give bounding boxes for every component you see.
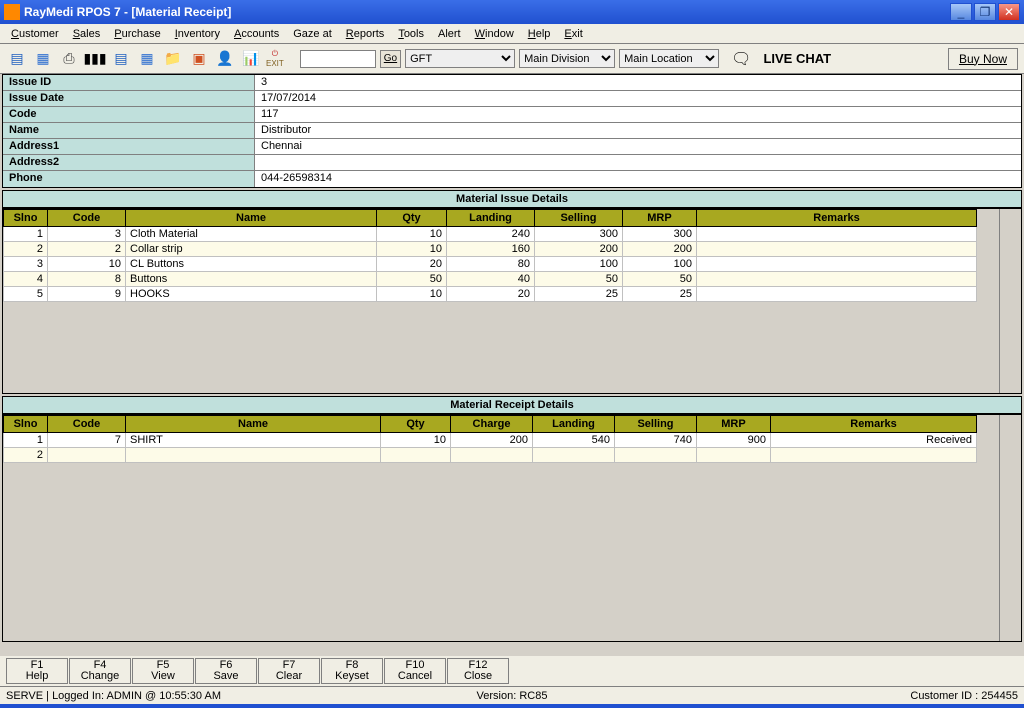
toolbar-icon-1[interactable]: ▤: [6, 48, 28, 70]
status-customer: Customer ID : 254455: [910, 690, 1018, 702]
status-version: Version: RC85: [477, 690, 548, 702]
user-icon[interactable]: 👤: [214, 48, 236, 70]
fnkey-view[interactable]: F5View: [132, 658, 194, 684]
fnkey-help[interactable]: F1Help: [6, 658, 68, 684]
menu-tools[interactable]: Tools: [391, 26, 431, 42]
addr2-value[interactable]: [255, 155, 1021, 170]
toolbar-icon-5[interactable]: ▤: [110, 48, 132, 70]
bottom-border: [0, 704, 1024, 708]
header-form: Issue ID3 Issue Date17/07/2014 Code117 N…: [2, 74, 1022, 188]
issue-scrollbar[interactable]: [999, 209, 1021, 393]
rcol-mrp[interactable]: MRP: [697, 416, 771, 433]
fnkey-save[interactable]: F6Save: [195, 658, 257, 684]
status-left: SERVE | Logged In: ADMIN @ 10:55:30 AM: [6, 690, 221, 702]
fnkey-clear[interactable]: F7Clear: [258, 658, 320, 684]
menu-purchase[interactable]: Purchase: [107, 26, 167, 42]
maximize-button[interactable]: ❐: [974, 3, 996, 21]
menu-sales[interactable]: Sales: [66, 26, 108, 42]
function-keys: F1HelpF4ChangeF5ViewF6SaveF7ClearF8Keyse…: [0, 656, 1024, 686]
select-gft[interactable]: GFT: [405, 49, 515, 68]
rcol-name[interactable]: Name: [126, 416, 381, 433]
titlebar: RayMedi RPOS 7 - [Material Receipt] _ ❐ …: [0, 0, 1024, 24]
rcol-landing[interactable]: Landing: [533, 416, 615, 433]
select-division[interactable]: Main Division: [519, 49, 615, 68]
table-row[interactable]: 17SHIRT10200540740900Received: [4, 433, 977, 448]
app-icon: [4, 4, 20, 20]
rcol-selling[interactable]: Selling: [615, 416, 697, 433]
fnkey-cancel[interactable]: F10Cancel: [384, 658, 446, 684]
table-row[interactable]: 22Collar strip10160200200: [4, 242, 977, 257]
issue-id-label: Issue ID: [3, 75, 255, 90]
menu-help[interactable]: Help: [521, 26, 558, 42]
chart-icon[interactable]: 📊: [240, 48, 262, 70]
menu-gaze-at[interactable]: Gaze at: [286, 26, 339, 42]
table-row[interactable]: 2: [4, 448, 977, 463]
toolbar: ▤ ▦ ⎙ ▮▮▮ ▤ ▦ 📁 ▣ 👤 📊 ⏻EXIT Go GFT Main …: [0, 44, 1024, 74]
issue-grid: Slno Code Name Qty Landing Selling MRP R…: [2, 208, 1022, 394]
issue-date-value[interactable]: 17/07/2014: [255, 91, 1021, 106]
receipt-scrollbar[interactable]: [999, 415, 1021, 641]
menu-window[interactable]: Window: [468, 26, 521, 42]
buy-now-button[interactable]: Buy Now: [948, 48, 1018, 70]
folder-icon[interactable]: 📁: [162, 48, 184, 70]
menubar: CustomerSalesPurchaseInventoryAccountsGa…: [0, 24, 1024, 44]
addr1-value[interactable]: Chennai: [255, 139, 1021, 154]
code-label: Code: [3, 107, 255, 122]
receipt-section-header: Material Receipt Details: [2, 396, 1022, 414]
table-row[interactable]: 310CL Buttons2080100100: [4, 257, 977, 272]
menu-inventory[interactable]: Inventory: [168, 26, 227, 42]
rcol-qty[interactable]: Qty: [381, 416, 451, 433]
minimize-button[interactable]: _: [950, 3, 972, 21]
menu-alert[interactable]: Alert: [431, 26, 468, 42]
addr2-label: Address2: [3, 155, 255, 170]
rcol-code[interactable]: Code: [48, 416, 126, 433]
statusbar: SERVE | Logged In: ADMIN @ 10:55:30 AM V…: [0, 686, 1024, 704]
select-location[interactable]: Main Location: [619, 49, 719, 68]
receipt-grid: Slno Code Name Qty Charge Landing Sellin…: [2, 414, 1022, 642]
rcol-remarks[interactable]: Remarks: [771, 416, 977, 433]
rcol-charge[interactable]: Charge: [451, 416, 533, 433]
fnkey-change[interactable]: F4Change: [69, 658, 131, 684]
window-title: RayMedi RPOS 7 - [Material Receipt]: [24, 5, 948, 19]
print-icon[interactable]: ⎙: [58, 48, 80, 70]
table-row[interactable]: 59HOOKS10202525: [4, 287, 977, 302]
col-remarks[interactable]: Remarks: [697, 210, 977, 227]
close-window-button[interactable]: ✕: [998, 3, 1020, 21]
addr1-label: Address1: [3, 139, 255, 154]
col-selling[interactable]: Selling: [535, 210, 623, 227]
name-value[interactable]: Distributor: [255, 123, 1021, 138]
col-qty[interactable]: Qty: [377, 210, 447, 227]
menu-reports[interactable]: Reports: [339, 26, 392, 42]
col-landing[interactable]: Landing: [447, 210, 535, 227]
name-label: Name: [3, 123, 255, 138]
issue-id-value[interactable]: 3: [255, 75, 1021, 90]
col-name[interactable]: Name: [126, 210, 377, 227]
table-row[interactable]: 13Cloth Material10240300300: [4, 227, 977, 242]
chat-icon[interactable]: 🗨: [731, 49, 751, 69]
issue-date-label: Issue Date: [3, 91, 255, 106]
col-mrp[interactable]: MRP: [623, 210, 697, 227]
rcol-slno[interactable]: Slno: [4, 416, 48, 433]
code-value[interactable]: 117: [255, 107, 1021, 122]
phone-value[interactable]: 044-26598314: [255, 171, 1021, 187]
col-code[interactable]: Code: [48, 210, 126, 227]
fnkey-close[interactable]: F12Close: [447, 658, 509, 684]
exit-button[interactable]: ⏻EXIT: [266, 49, 284, 68]
menu-accounts[interactable]: Accounts: [227, 26, 286, 42]
issue-section-header: Material Issue Details: [2, 190, 1022, 208]
toolbar-icon-2[interactable]: ▦: [32, 48, 54, 70]
menu-exit[interactable]: Exit: [557, 26, 589, 42]
barcode-icon[interactable]: ▮▮▮: [84, 48, 106, 70]
toolbar-icon-8[interactable]: ▣: [188, 48, 210, 70]
phone-label: Phone: [3, 171, 255, 187]
menu-customer[interactable]: Customer: [4, 26, 66, 42]
fnkey-keyset[interactable]: F8Keyset: [321, 658, 383, 684]
col-slno[interactable]: Slno: [4, 210, 48, 227]
toolbar-icon-6[interactable]: ▦: [136, 48, 158, 70]
live-chat-label[interactable]: LIVE CHAT: [763, 51, 831, 66]
go-button[interactable]: Go: [380, 50, 401, 68]
search-input[interactable]: [300, 50, 376, 68]
table-row[interactable]: 48Buttons50405050: [4, 272, 977, 287]
